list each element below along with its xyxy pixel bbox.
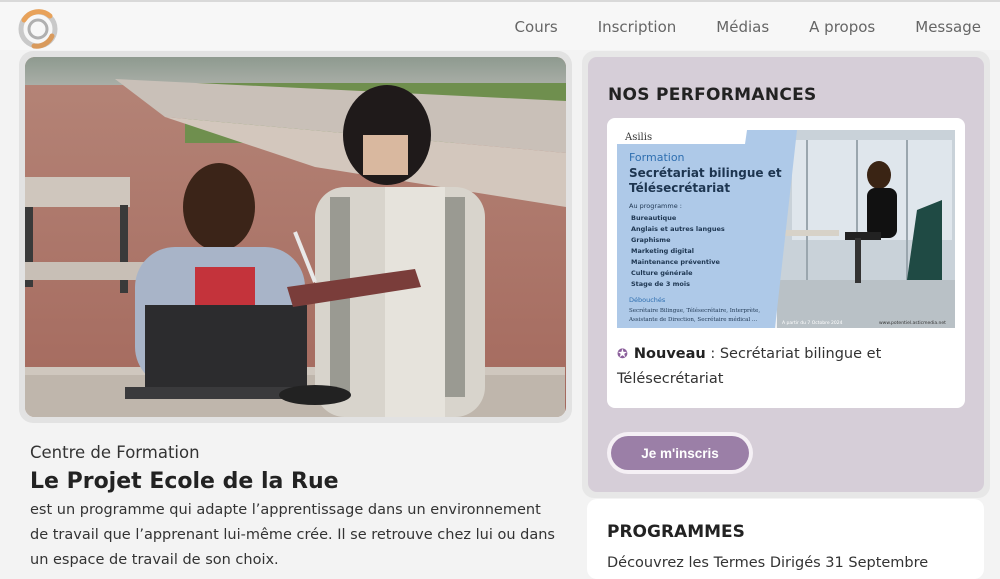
about-section: Centre de Formation Le Projet Ecole de l…	[30, 443, 560, 573]
performances-panel: NOS PERFORMANCES Asilis Formation Secrét…	[582, 51, 990, 498]
flyer-program-item: Bureautique	[631, 214, 677, 222]
register-button[interactable]: Je m'inscris	[611, 436, 749, 470]
flyer-program-item: Marketing digital	[631, 247, 694, 255]
nav-item-inscription[interactable]: Inscription	[598, 18, 677, 36]
star-icon: ✪	[617, 347, 628, 362]
flyer-heading-2: Télésecrétariat	[629, 181, 730, 195]
flyer-kicker: Formation	[629, 151, 685, 164]
flyer-outlets-1: Secrétaire Bilingue, Télésecrétaire, Int…	[629, 307, 760, 314]
news-label: Nouveau	[633, 346, 706, 362]
formation-flyer[interactable]: Asilis Formation Secrétariat bilingue et…	[617, 130, 955, 328]
flyer-outlets-label: Débouchés	[629, 296, 666, 304]
nav-item-message[interactable]: Message	[915, 18, 981, 36]
about-title: Le Projet Ecole de la Rue	[30, 469, 339, 494]
programmes-body: Découvrez les Termes Dirigés 31 Septembr…	[607, 555, 929, 571]
top-navigation-bar: Cours Inscription Médias A propos Messag…	[0, 0, 1000, 50]
cta-wrapper: Je m'inscris	[607, 432, 753, 474]
nav-item-cours[interactable]: Cours	[515, 18, 558, 36]
flyer-brand: Asilis	[624, 132, 652, 143]
programmes-panel: PROGRAMMES Découvrez les Termes Dirigés …	[587, 499, 984, 579]
main-nav: Cours Inscription Médias A propos Messag…	[515, 2, 1000, 52]
performance-card[interactable]: Asilis Formation Secrétariat bilingue et…	[607, 118, 965, 408]
flyer-program-label: Au programme :	[629, 202, 682, 210]
flyer-program-item: Anglais et autres langues	[631, 225, 725, 233]
flyer-program-item: Culture générale	[631, 269, 693, 277]
flyer-heading-1: Secrétariat bilingue et	[629, 166, 782, 180]
performances-inner: NOS PERFORMANCES Asilis Formation Secrét…	[588, 57, 984, 492]
programmes-title: PROGRAMMES	[607, 522, 745, 542]
flyer-website: www.potentiel.asticmedia.net	[879, 320, 946, 326]
performances-title: NOS PERFORMANCES	[608, 85, 817, 105]
flyer-program-item: Maintenance préventive	[631, 258, 721, 266]
nav-item-medias[interactable]: Médias	[716, 18, 769, 36]
hero-image	[25, 57, 566, 417]
nav-item-a-propos[interactable]: A propos	[809, 18, 875, 36]
flyer-date-note: A partir du 7 Octobre 2024	[782, 320, 843, 326]
flyer-outlets-2: Assistante de Direction, Secrétaire médi…	[628, 316, 757, 323]
news-line[interactable]: ✪ Nouveau : Secrétariat bilingue et Télés…	[617, 342, 957, 392]
logo-icon[interactable]	[14, 6, 62, 52]
flyer-program-item: Stage de 3 mois	[631, 280, 690, 288]
about-body: est un programme qui adapte l’apprentiss…	[30, 502, 555, 568]
hero-frame	[19, 51, 572, 423]
flyer-program-item: Graphisme	[631, 236, 671, 244]
about-kicker: Centre de Formation	[30, 443, 200, 462]
